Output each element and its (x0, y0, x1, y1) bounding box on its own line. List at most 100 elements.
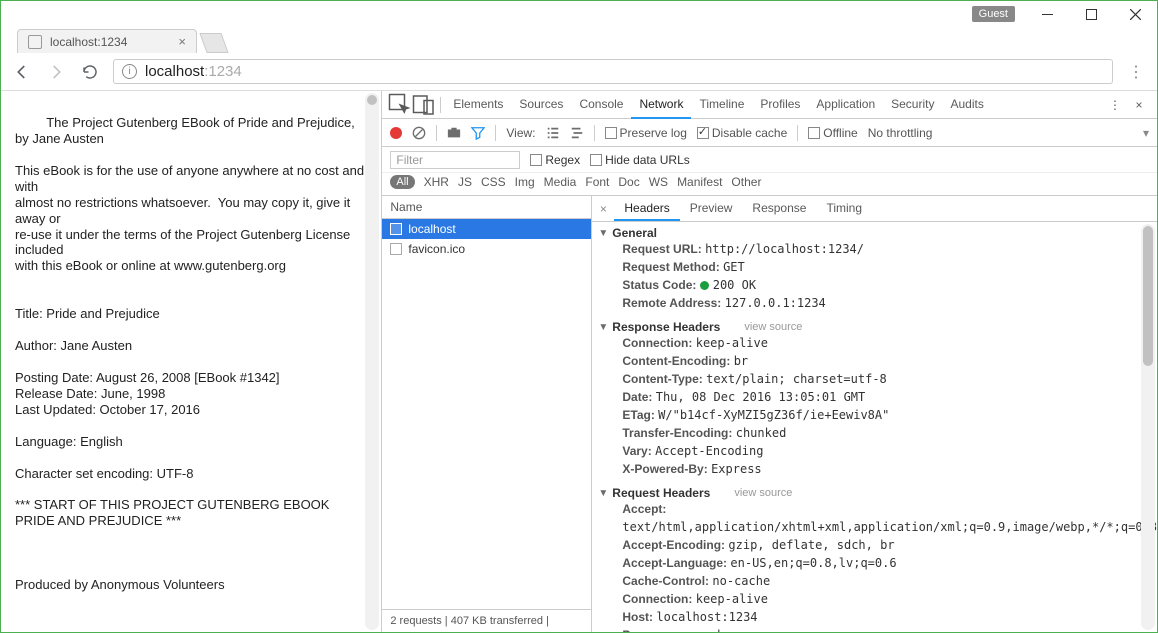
type-filter-xhr[interactable]: XHR (424, 175, 449, 189)
detail-tab-timing[interactable]: Timing (816, 197, 872, 221)
header-row: Transfer-Encoding: chunked (598, 424, 1157, 442)
inspect-icon[interactable] (388, 93, 412, 117)
reload-button[interactable] (79, 61, 101, 83)
view-source-link[interactable]: view source (744, 321, 802, 333)
type-filter-manifest[interactable]: Manifest (677, 175, 722, 189)
detail-tab-preview[interactable]: Preview (680, 197, 743, 221)
file-icon (390, 243, 402, 255)
tabstrip: localhost:1234 × (1, 27, 1157, 53)
request-name: localhost (408, 222, 455, 236)
capture-screenshots-icon[interactable] (447, 126, 461, 140)
details-scrollbar[interactable] (1141, 224, 1155, 630)
request-row[interactable]: localhost (382, 219, 591, 239)
devtools-tab-elements[interactable]: Elements (445, 91, 511, 119)
header-row: Status Code: 200 OK (598, 276, 1157, 294)
request-list: Name localhost favicon.ico 2 requests | 4… (382, 196, 592, 632)
network-status-bar: 2 requests | 407 KB transferred | (382, 609, 591, 632)
details-close-icon[interactable]: × (592, 202, 614, 216)
browser-toolbar: i localhost:1234 ⋮ (1, 53, 1157, 91)
type-filter-css[interactable]: CSS (481, 175, 506, 189)
type-filter-ws[interactable]: WS (649, 175, 668, 189)
devtools-tab-audits[interactable]: Audits (942, 91, 991, 119)
header-row: Accept: text/html,application/xhtml+xml,… (598, 500, 1157, 536)
regex-checkbox[interactable]: Regex (530, 153, 580, 167)
throttling-select[interactable]: No throttling (868, 126, 933, 140)
network-filter-row: Filter Regex Hide data URLs (382, 147, 1157, 173)
preserve-log-checkbox[interactable]: Preserve log (605, 126, 687, 140)
section-header[interactable]: ▼ Response Headersview source (598, 320, 1157, 334)
devtools-tab-security[interactable]: Security (883, 91, 942, 119)
disable-cache-checkbox[interactable]: Disable cache (697, 126, 787, 140)
browser-tab[interactable]: localhost:1234 × (17, 29, 197, 53)
devtools-tabstrip: ElementsSourcesConsoleNetworkTimelinePro… (382, 91, 1157, 119)
device-mode-icon[interactable] (412, 93, 436, 117)
name-column-header[interactable]: Name (382, 196, 591, 219)
request-row[interactable]: favicon.ico (382, 239, 591, 259)
new-tab-button[interactable] (199, 33, 228, 53)
devtools-tab-sources[interactable]: Sources (511, 91, 571, 119)
address-bar[interactable]: i localhost:1234 (113, 59, 1113, 84)
devtools-tab-network[interactable]: Network (631, 91, 691, 119)
chevron-down-icon[interactable]: ▾ (1143, 126, 1149, 140)
filter-input[interactable]: Filter (390, 151, 520, 169)
header-row: Host: localhost:1234 (598, 608, 1157, 626)
header-row: Vary: Accept-Encoding (598, 442, 1157, 460)
header-row: Connection: keep-alive (598, 334, 1157, 352)
header-row: X-Powered-By: Express (598, 460, 1157, 478)
guest-badge: Guest (972, 6, 1015, 22)
type-filter-media[interactable]: Media (544, 175, 577, 189)
devtools-close-icon[interactable]: × (1127, 93, 1151, 117)
detail-tabstrip: × HeadersPreviewResponseTiming (592, 196, 1157, 222)
page-text: The Project Gutenberg EBook of Pride and… (15, 115, 368, 592)
status-ok-icon (700, 281, 709, 290)
network-body: Name localhost favicon.ico 2 requests | 4… (382, 196, 1157, 632)
type-filter-img[interactable]: Img (515, 175, 535, 189)
scroll-thumb[interactable] (1143, 226, 1153, 366)
browser-menu-button[interactable]: ⋮ (1125, 62, 1147, 82)
header-row: Pragma: no-cache (598, 626, 1157, 632)
url-port: :1234 (204, 63, 242, 80)
section-header[interactable]: ▼ General (598, 226, 1157, 240)
type-filter-all[interactable]: All (390, 175, 414, 189)
devtools-tab-application[interactable]: Application (808, 91, 883, 119)
detail-tab-headers[interactable]: Headers (614, 197, 679, 221)
maximize-button[interactable] (1069, 1, 1113, 27)
tab-title: localhost:1234 (50, 35, 127, 49)
tab-close-icon[interactable]: × (178, 34, 186, 49)
header-row: ETag: W/"b14cf-XyMZI5gZ36f/ie+Eewiv8A" (598, 406, 1157, 424)
back-button[interactable] (11, 61, 33, 83)
type-filter-other[interactable]: Other (731, 175, 761, 189)
view-waterfall-icon[interactable] (570, 126, 584, 140)
type-filter-js[interactable]: JS (458, 175, 472, 189)
detail-tab-response[interactable]: Response (742, 197, 816, 221)
header-row: Remote Address: 127.0.0.1:1234 (598, 294, 1157, 312)
disclosure-triangle-icon: ▼ (598, 322, 608, 333)
view-source-link[interactable]: view source (734, 487, 792, 499)
header-row: Connection: keep-alive (598, 590, 1157, 608)
page-content: The Project Gutenberg EBook of Pride and… (1, 91, 381, 632)
forward-button[interactable] (45, 61, 67, 83)
type-filter-doc[interactable]: Doc (618, 175, 639, 189)
section-header[interactable]: ▼ Request Headersview source (598, 486, 1157, 500)
disclosure-triangle-icon: ▼ (598, 488, 608, 499)
devtools-tab-profiles[interactable]: Profiles (752, 91, 808, 119)
minimize-button[interactable] (1025, 1, 1069, 27)
clear-icon[interactable] (412, 126, 426, 140)
devtools-menu-icon[interactable]: ⋮ (1103, 93, 1127, 117)
page-scrollbar[interactable] (365, 93, 379, 630)
offline-checkbox[interactable]: Offline (808, 126, 857, 140)
hide-data-urls-checkbox[interactable]: Hide data URLs (590, 153, 690, 167)
devtools-panel: ElementsSourcesConsoleNetworkTimelinePro… (381, 91, 1157, 632)
devtools-tab-console[interactable]: Console (571, 91, 631, 119)
workspace: The Project Gutenberg EBook of Pride and… (1, 91, 1157, 632)
scroll-thumb[interactable] (367, 95, 377, 105)
devtools-tab-timeline[interactable]: Timeline (691, 91, 752, 119)
close-button[interactable] (1113, 1, 1157, 27)
record-button[interactable] (390, 127, 402, 139)
header-row: Request URL: http://localhost:1234/ (598, 240, 1157, 258)
filter-toggle-icon[interactable] (471, 126, 485, 140)
info-icon[interactable]: i (122, 64, 137, 79)
view-list-icon[interactable] (546, 126, 560, 140)
type-filter-font[interactable]: Font (585, 175, 609, 189)
file-icon (390, 223, 402, 235)
